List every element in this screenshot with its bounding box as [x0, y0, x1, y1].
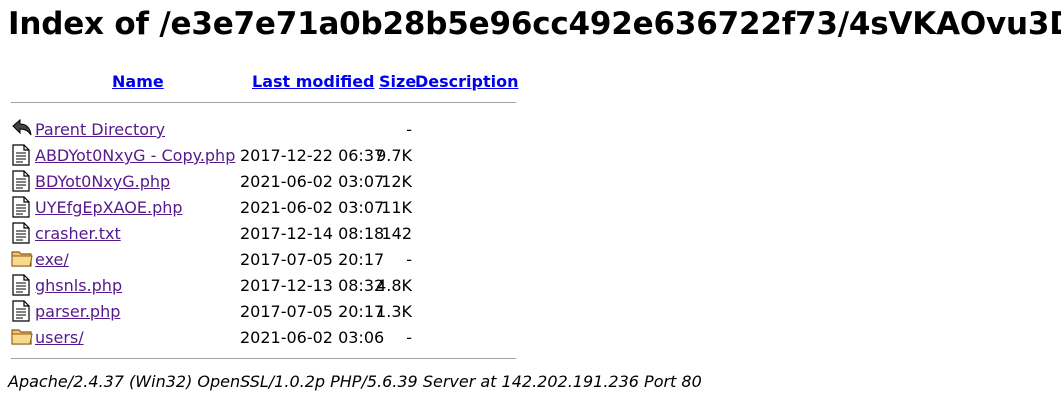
last-modified-cell: 2017-07-05 20:17: [240, 250, 385, 269]
table-row: exe/2017-07-05 20:17 -: [8, 246, 518, 272]
file-link[interactable]: crasher.txt: [35, 224, 121, 243]
sort-by-last-modified-link[interactable]: Last modified: [252, 72, 375, 91]
text-file-icon[interactable]: [11, 222, 31, 244]
footer-divider: [11, 358, 516, 359]
size-cell: -: [406, 120, 412, 139]
last-modified-cell: 2021-06-02 03:07: [240, 198, 385, 217]
size-cell: 142: [381, 224, 412, 243]
file-link[interactable]: BDYot0NxyG.php: [35, 172, 170, 191]
sort-by-size-link[interactable]: Size: [379, 72, 416, 91]
file-link[interactable]: ghsnls.php: [35, 276, 122, 295]
last-modified-cell: 2017-12-13 08:32: [240, 276, 385, 295]
table-row: crasher.txt 2017-12-14 08:18 142: [8, 220, 518, 246]
size-cell: -: [406, 328, 412, 347]
directory-listing: Name Last modified Size Description Pare…: [8, 68, 518, 359]
folder-icon[interactable]: [11, 248, 33, 268]
sort-by-description-link[interactable]: Description: [415, 72, 518, 91]
table-row: parser.php 2017-07-05 20:17 1.3K: [8, 298, 518, 324]
size-cell: -: [406, 250, 412, 269]
file-link[interactable]: users/: [35, 328, 84, 347]
file-link[interactable]: ABDYot0NxyG - Copy.php: [35, 146, 235, 165]
file-list: Parent Directory - ABDYot0NxyG - Copy.php…: [8, 116, 518, 350]
table-row: ABDYot0NxyG - Copy.php 2017-12-22 06:37 9.…: [8, 142, 518, 168]
server-signature: Apache/2.4.37 (Win32) OpenSSL/1.0.2p PHP…: [8, 372, 702, 391]
table-row: Parent Directory -: [8, 116, 518, 142]
header-row: Name Last modified Size Description: [8, 68, 518, 94]
file-link[interactable]: exe/: [35, 250, 69, 269]
table-row: users/2021-06-02 03:06 -: [8, 324, 518, 350]
sort-by-name-link[interactable]: Name: [112, 72, 164, 91]
last-modified-cell: 2017-07-05 20:17: [240, 302, 385, 321]
file-link[interactable]: parser.php: [35, 302, 120, 321]
table-row: UYEfgEpXAOE.php 2021-06-02 03:07 11K: [8, 194, 518, 220]
page-title: Index of /e3e7e71a0b28b5e96cc492e636722f…: [8, 6, 1061, 42]
size-cell: 9.7K: [376, 146, 412, 165]
last-modified-cell: 2017-12-22 06:37: [240, 146, 385, 165]
last-modified-cell: 2021-06-02 03:06: [240, 328, 385, 347]
folder-icon[interactable]: [11, 326, 33, 346]
size-cell: 1.3K: [376, 302, 412, 321]
text-file-icon[interactable]: [11, 300, 31, 322]
last-modified-cell: 2017-12-14 08:18: [240, 224, 385, 243]
size-cell: 4.8K: [376, 276, 412, 295]
text-file-icon[interactable]: [11, 144, 31, 166]
last-modified-cell: 2021-06-02 03:07: [240, 172, 385, 191]
text-file-icon[interactable]: [11, 170, 31, 192]
header-divider: [11, 102, 516, 103]
file-link[interactable]: UYEfgEpXAOE.php: [35, 198, 183, 217]
back-icon[interactable]: [11, 118, 32, 138]
text-file-icon[interactable]: [11, 274, 31, 296]
size-cell: 12K: [381, 172, 412, 191]
size-cell: 11K: [381, 198, 412, 217]
text-file-icon[interactable]: [11, 196, 31, 218]
table-row: ghsnls.php 2017-12-13 08:32 4.8K: [8, 272, 518, 298]
parent-directory-link[interactable]: Parent Directory: [35, 120, 165, 139]
table-row: BDYot0NxyG.php 2021-06-02 03:07 12K: [8, 168, 518, 194]
